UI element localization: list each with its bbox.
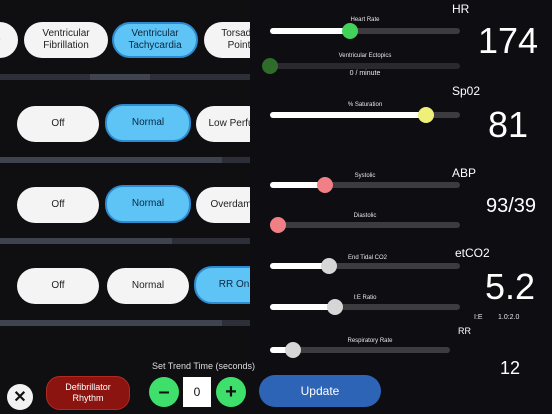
diastolic-slider-label: Diastolic bbox=[353, 213, 377, 219]
co2-option-rr-on[interactable]: RR On bbox=[194, 266, 250, 304]
abp-scroll-track[interactable] bbox=[0, 238, 250, 244]
heart-rate-slider-label: Heart Rate bbox=[350, 17, 380, 23]
co2-option-normal[interactable]: Normal bbox=[107, 268, 189, 304]
rr-name: RR bbox=[458, 326, 471, 336]
ectopics-readout: 0 / minute bbox=[349, 70, 381, 77]
rr-value: 12 bbox=[500, 358, 521, 378]
trend-time-value[interactable]: 0 bbox=[183, 377, 211, 407]
etco2-value: 5.2 bbox=[485, 266, 536, 307]
respiratory-rate-slider-label: Respiratory Rate bbox=[347, 338, 393, 344]
slider-thumb[interactable] bbox=[320, 258, 337, 274]
ie-caption: I:E bbox=[474, 314, 483, 321]
end-tidal-co2-slider-label: End Tidal CO2 bbox=[347, 255, 388, 261]
minus-icon: – bbox=[158, 380, 170, 403]
diastolic-slider[interactable] bbox=[269, 217, 460, 233]
respiratory-rate-slider[interactable] bbox=[270, 342, 450, 358]
slider-thumb[interactable] bbox=[341, 23, 358, 39]
rhythm-options-panel: ) Ventricular Fibrillation Ventricular T… bbox=[0, 0, 250, 414]
abp-name: ABP bbox=[452, 166, 477, 180]
rhythm-option-ventricular-fibrillation[interactable]: Ventricular Fibrillation bbox=[24, 22, 108, 58]
slider-fill bbox=[270, 112, 426, 118]
hr-value: 174 bbox=[478, 20, 539, 61]
rhythm-option-partial[interactable]: ) bbox=[0, 22, 18, 58]
abp-value: 93/39 bbox=[486, 195, 537, 217]
abp-option-off[interactable]: Off bbox=[17, 187, 99, 223]
spo2-option-normal[interactable]: Normal bbox=[105, 104, 191, 142]
saturation-slider-label: % Saturation bbox=[347, 102, 383, 108]
ventricular-ectopics-slider[interactable] bbox=[262, 58, 460, 74]
abp-option-overdamped[interactable]: Overdam bbox=[196, 187, 250, 223]
spo2-option-low-perfusion[interactable]: Low Perfu bbox=[196, 106, 250, 142]
slider-fill bbox=[270, 28, 350, 34]
spo2-name: Sp02 bbox=[452, 84, 481, 98]
co2-scroll-track[interactable] bbox=[0, 320, 250, 326]
trend-increase-button[interactable]: + bbox=[216, 377, 246, 407]
heart-rate-slider[interactable] bbox=[270, 23, 460, 39]
rhythm-option-torsade[interactable]: Torsade Point bbox=[204, 22, 250, 58]
trend-decrease-button[interactable]: – bbox=[149, 377, 179, 407]
close-button[interactable]: ✕ bbox=[7, 384, 33, 410]
defibrillator-rhythm-button[interactable]: Defibrillator Rhythm bbox=[46, 376, 130, 410]
rhythm-option-ventricular-tachycardia[interactable]: Ventricular Tachycardia bbox=[112, 22, 198, 58]
ie-ratio-slider[interactable] bbox=[270, 299, 460, 315]
slider-thumb[interactable] bbox=[317, 177, 334, 193]
co2-option-off[interactable]: Off bbox=[17, 268, 99, 304]
slider-thumb[interactable] bbox=[285, 342, 302, 358]
slider-thumb[interactable] bbox=[417, 107, 434, 123]
ie-ratio-slider-label: I:E Ratio bbox=[353, 295, 377, 301]
systolic-slider[interactable] bbox=[270, 177, 460, 193]
ie-value: 1.0:2.0 bbox=[498, 314, 520, 321]
saturation-slider[interactable] bbox=[270, 107, 460, 123]
close-icon: ✕ bbox=[13, 389, 27, 406]
end-tidal-co2-slider[interactable] bbox=[270, 258, 460, 274]
abp-option-normal[interactable]: Normal bbox=[105, 185, 191, 223]
spo2-scroll-track[interactable] bbox=[0, 157, 250, 163]
slider-fill bbox=[270, 304, 335, 310]
slider-thumb[interactable] bbox=[326, 299, 343, 315]
spo2-option-off[interactable]: Off bbox=[17, 106, 99, 142]
hr-name: HR bbox=[452, 2, 470, 16]
slider-thumb[interactable] bbox=[269, 217, 286, 233]
systolic-slider-label: Systolic bbox=[354, 173, 376, 179]
spo2-value: 81 bbox=[488, 104, 529, 145]
trend-time-label: Set Trend Time (seconds) bbox=[152, 361, 256, 371]
plus-icon: + bbox=[225, 380, 237, 403]
etco2-name: etCO2 bbox=[455, 246, 490, 260]
rhythm-scroll-track[interactable] bbox=[0, 74, 250, 80]
update-button[interactable]: Update bbox=[259, 375, 381, 407]
slider-thumb[interactable] bbox=[262, 58, 278, 74]
ventricular-ectopics-label: Ventricular Ectopics bbox=[338, 53, 392, 59]
